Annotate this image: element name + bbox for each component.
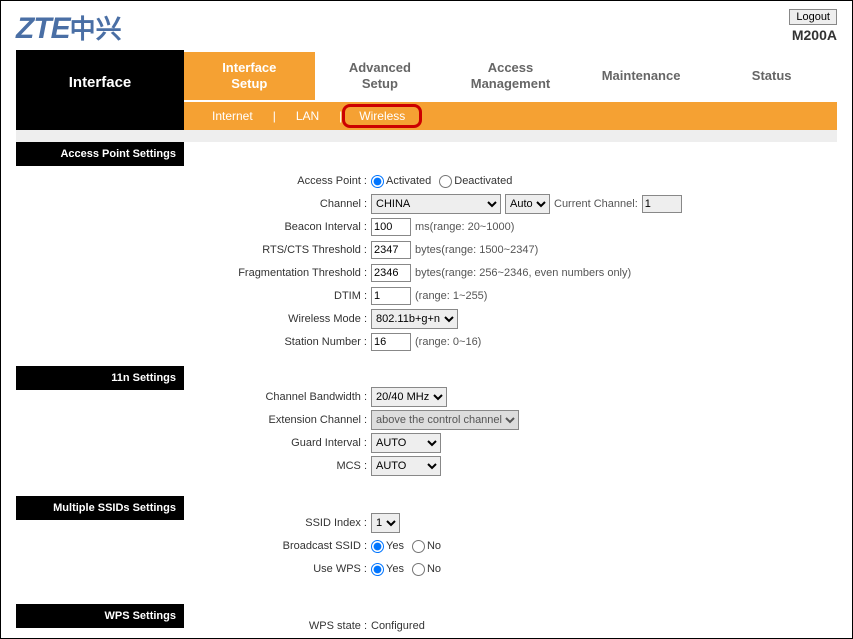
radio-broadcast-yes[interactable] xyxy=(371,540,384,553)
hint-rts: bytes(range: 1500~2347) xyxy=(415,244,538,256)
input-station[interactable] xyxy=(371,333,411,351)
select-guard-interval[interactable]: AUTO xyxy=(371,433,441,453)
radio-deactivated[interactable] xyxy=(439,175,452,188)
select-extension-channel[interactable]: above the control channel xyxy=(371,410,519,430)
tab-maintenance[interactable]: Maintenance xyxy=(576,60,707,92)
select-ssid-index[interactable]: 1 xyxy=(371,513,400,533)
label-access-point: Access Point : xyxy=(196,175,371,187)
section-ap: Access Point Settings xyxy=(16,142,184,166)
label-guard: Guard Interval : xyxy=(196,437,371,449)
model-label: M200A xyxy=(789,27,837,43)
section-11n: 11n Settings xyxy=(16,366,184,390)
subnav-internet[interactable]: Internet xyxy=(192,109,273,123)
label-mode: Wireless Mode : xyxy=(196,313,371,325)
tab-interface-setup[interactable]: InterfaceSetup xyxy=(184,52,315,99)
label-wps-state: WPS state : xyxy=(196,620,371,632)
logo-text: ZTE xyxy=(16,12,70,46)
text-activated: Activated xyxy=(386,175,431,187)
label-dtim: DTIM : xyxy=(196,290,371,302)
radio-usewps-yes[interactable] xyxy=(371,563,384,576)
radio-usewps-no[interactable] xyxy=(412,563,425,576)
hint-beacon: ms(range: 20~1000) xyxy=(415,221,514,233)
subnav-lan[interactable]: LAN xyxy=(276,109,339,123)
logo: ZTE 中兴 xyxy=(16,9,122,46)
label-channel: Channel : xyxy=(196,198,371,210)
select-channel-bandwidth[interactable]: 20/40 MHz xyxy=(371,387,447,407)
text-no2: No xyxy=(427,563,441,575)
hint-dtim: (range: 1~255) xyxy=(415,290,487,302)
sub-nav: Internet | LAN | Wireless xyxy=(184,102,837,130)
tab-access-management[interactable]: AccessManagement xyxy=(445,52,576,99)
label-beacon: Beacon Interval : xyxy=(196,221,371,233)
input-beacon[interactable] xyxy=(371,218,411,236)
hint-station: (range: 0~16) xyxy=(415,336,481,348)
select-mcs[interactable]: AUTO xyxy=(371,456,441,476)
label-ext: Extension Channel : xyxy=(196,414,371,426)
value-wps-state: Configured xyxy=(371,620,425,632)
select-channel-auto[interactable]: Auto xyxy=(505,194,550,214)
label-station: Station Number : xyxy=(196,336,371,348)
label-broadcast: Broadcast SSID : xyxy=(196,540,371,552)
tab-status[interactable]: Status xyxy=(706,60,837,92)
label-mcs: MCS : xyxy=(196,460,371,472)
hint-frag: bytes(range: 256~2346, even numbers only… xyxy=(415,267,631,279)
main-nav: InterfaceSetup AdvancedSetup AccessManag… xyxy=(184,50,837,102)
label-frag: Fragmentation Threshold : xyxy=(196,267,371,279)
radio-broadcast-no[interactable] xyxy=(412,540,425,553)
text-deactivated: Deactivated xyxy=(454,175,512,187)
label-bw: Channel Bandwidth : xyxy=(196,391,371,403)
label-current-channel: Current Channel: xyxy=(554,198,638,210)
label-rts: RTS/CTS Threshold : xyxy=(196,244,371,256)
section-wps: WPS Settings xyxy=(16,604,184,628)
logout-button[interactable]: Logout xyxy=(789,9,837,25)
input-rts[interactable] xyxy=(371,241,411,259)
subnav-wireless[interactable]: Wireless xyxy=(342,104,422,128)
input-current-channel xyxy=(642,195,682,213)
select-channel-region[interactable]: CHINA xyxy=(371,194,501,214)
input-dtim[interactable] xyxy=(371,287,411,305)
text-yes2: Yes xyxy=(386,563,404,575)
radio-activated[interactable] xyxy=(371,175,384,188)
label-use-wps: Use WPS : xyxy=(196,563,371,575)
tab-advanced-setup[interactable]: AdvancedSetup xyxy=(315,52,446,99)
section-ssid: Multiple SSIDs Settings xyxy=(16,496,184,520)
input-frag[interactable] xyxy=(371,264,411,282)
page-title: Interface xyxy=(16,50,184,130)
label-ssid-index: SSID Index : xyxy=(196,517,371,529)
text-yes: Yes xyxy=(386,540,404,552)
select-wireless-mode[interactable]: 802.11b+g+n xyxy=(371,309,458,329)
text-no: No xyxy=(427,540,441,552)
logo-cn: 中兴 xyxy=(70,9,122,46)
